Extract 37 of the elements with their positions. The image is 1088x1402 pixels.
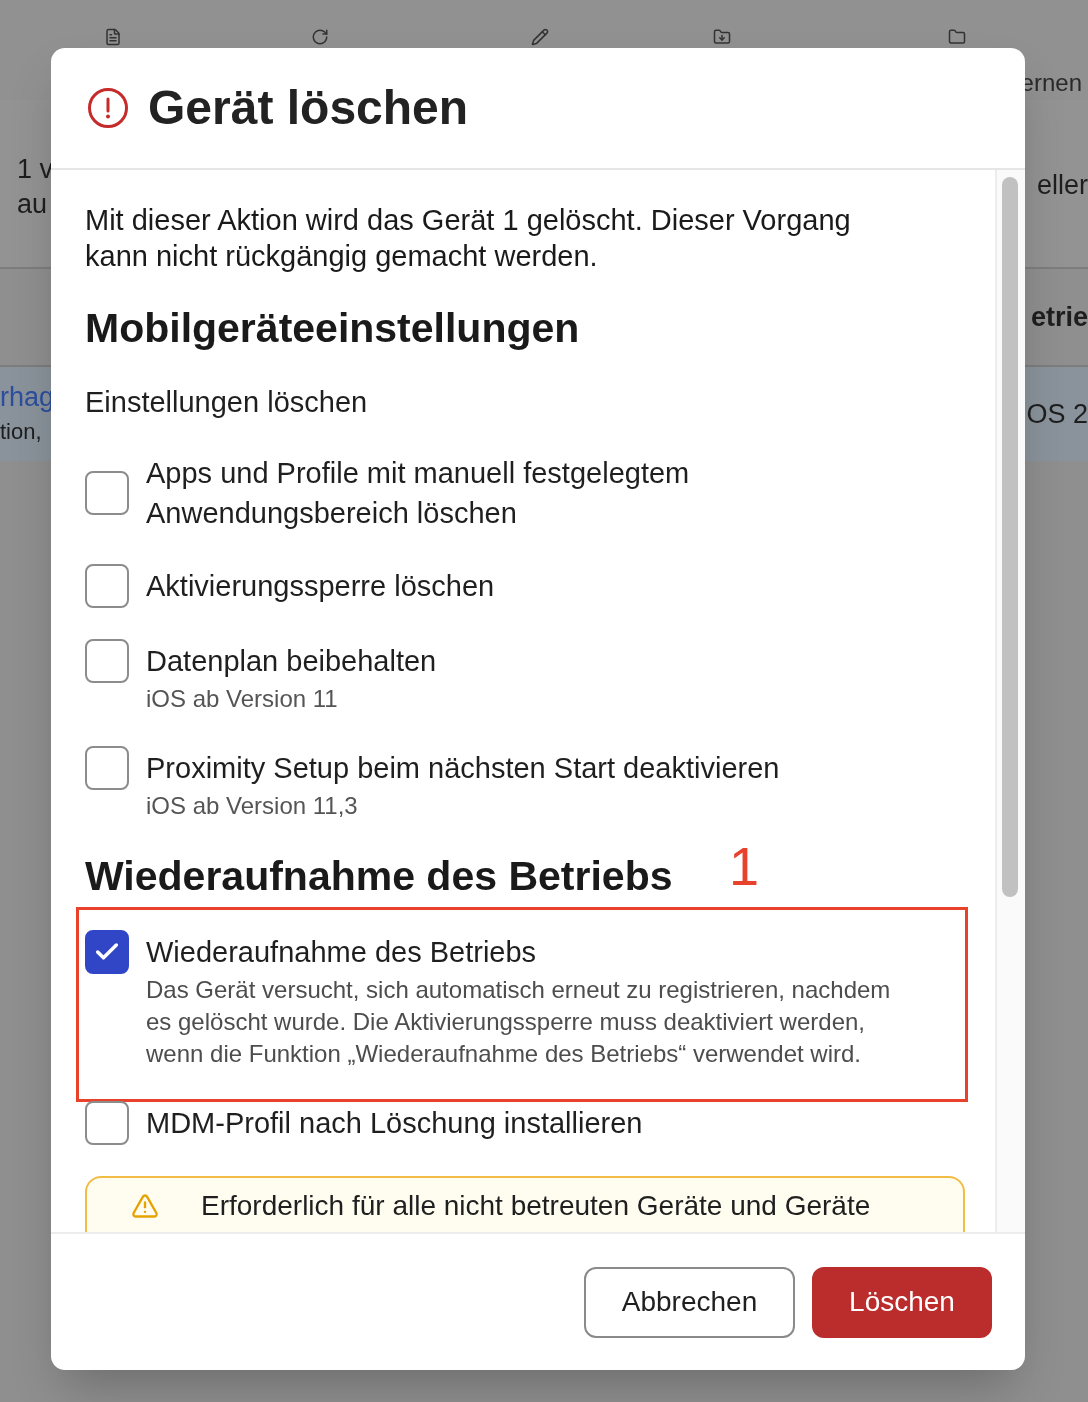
option-hint: iOS ab Version 11,3 xyxy=(146,791,359,821)
pencil-icon[interactable] xyxy=(531,28,549,46)
folder-icon[interactable] xyxy=(948,28,966,46)
table-cell-text: OS 2 xyxy=(1026,397,1088,431)
option-label: MDM-Profil nach Löschung installieren xyxy=(146,1106,644,1141)
folder-download-icon[interactable] xyxy=(713,28,731,46)
option-label: Apps und Profile mit manuell festgelegtem Anwendungsbereich löschen xyxy=(146,456,691,531)
checkbox[interactable] xyxy=(85,746,129,790)
option-description: Das Gerät versucht, sich automatisch erneut zu registrieren, nachdem es gelöscht wurde. Die Aktivierungssperre muss deaktiviert werden, wenn die Funktion „Wiederaufnahme des Betriebs“ verwendet wird. xyxy=(146,975,892,1069)
scrollbar-thumb[interactable] xyxy=(1002,177,1018,897)
option-hint: iOS ab Version 11 xyxy=(146,684,339,714)
warning-icon xyxy=(131,1192,159,1220)
background-text: eller xyxy=(1036,169,1088,202)
section-heading: Wiederaufnahme des Betriebs xyxy=(85,853,673,899)
warning-text: Erforderlich für alle nicht betreuten Geräte und Geräte xyxy=(201,1191,871,1221)
table-cell-text: tion, xyxy=(0,418,43,446)
checkbox[interactable] xyxy=(85,1101,129,1145)
checkbox[interactable] xyxy=(85,471,129,515)
option-label: Datenplan beibehalten xyxy=(146,644,438,679)
column-header: etrie xyxy=(1030,300,1088,334)
dialog-message: Mit dieser Aktion wird das Gerät 1 gelöscht. Dieser Vorgang kann nicht rückgängig gemacht werden. xyxy=(85,203,852,274)
alert-icon xyxy=(88,88,128,128)
checkbox[interactable] xyxy=(85,639,129,683)
refresh-icon[interactable] xyxy=(311,28,329,46)
cancel-button[interactable]: Abbrechen xyxy=(584,1266,795,1338)
option-label: Aktivierungssperre löschen xyxy=(146,569,496,604)
delete-button[interactable]: Löschen xyxy=(812,1266,992,1338)
document-icon[interactable] xyxy=(104,28,122,46)
option-label: Proximity Setup beim nächsten Start deaktivieren xyxy=(146,751,781,786)
annotation-number: 1 xyxy=(729,838,760,894)
option-label: Wiederaufnahme des Betriebs xyxy=(146,935,538,970)
section-heading: Mobilgeräteeinstellungen xyxy=(85,305,580,351)
dialog-title: Gerät löschen xyxy=(148,80,469,136)
section-subheading: Einstellungen löschen xyxy=(85,385,368,420)
background-text: au xyxy=(17,188,49,221)
checkbox[interactable] xyxy=(85,564,129,608)
checkbox[interactable] xyxy=(85,930,129,974)
